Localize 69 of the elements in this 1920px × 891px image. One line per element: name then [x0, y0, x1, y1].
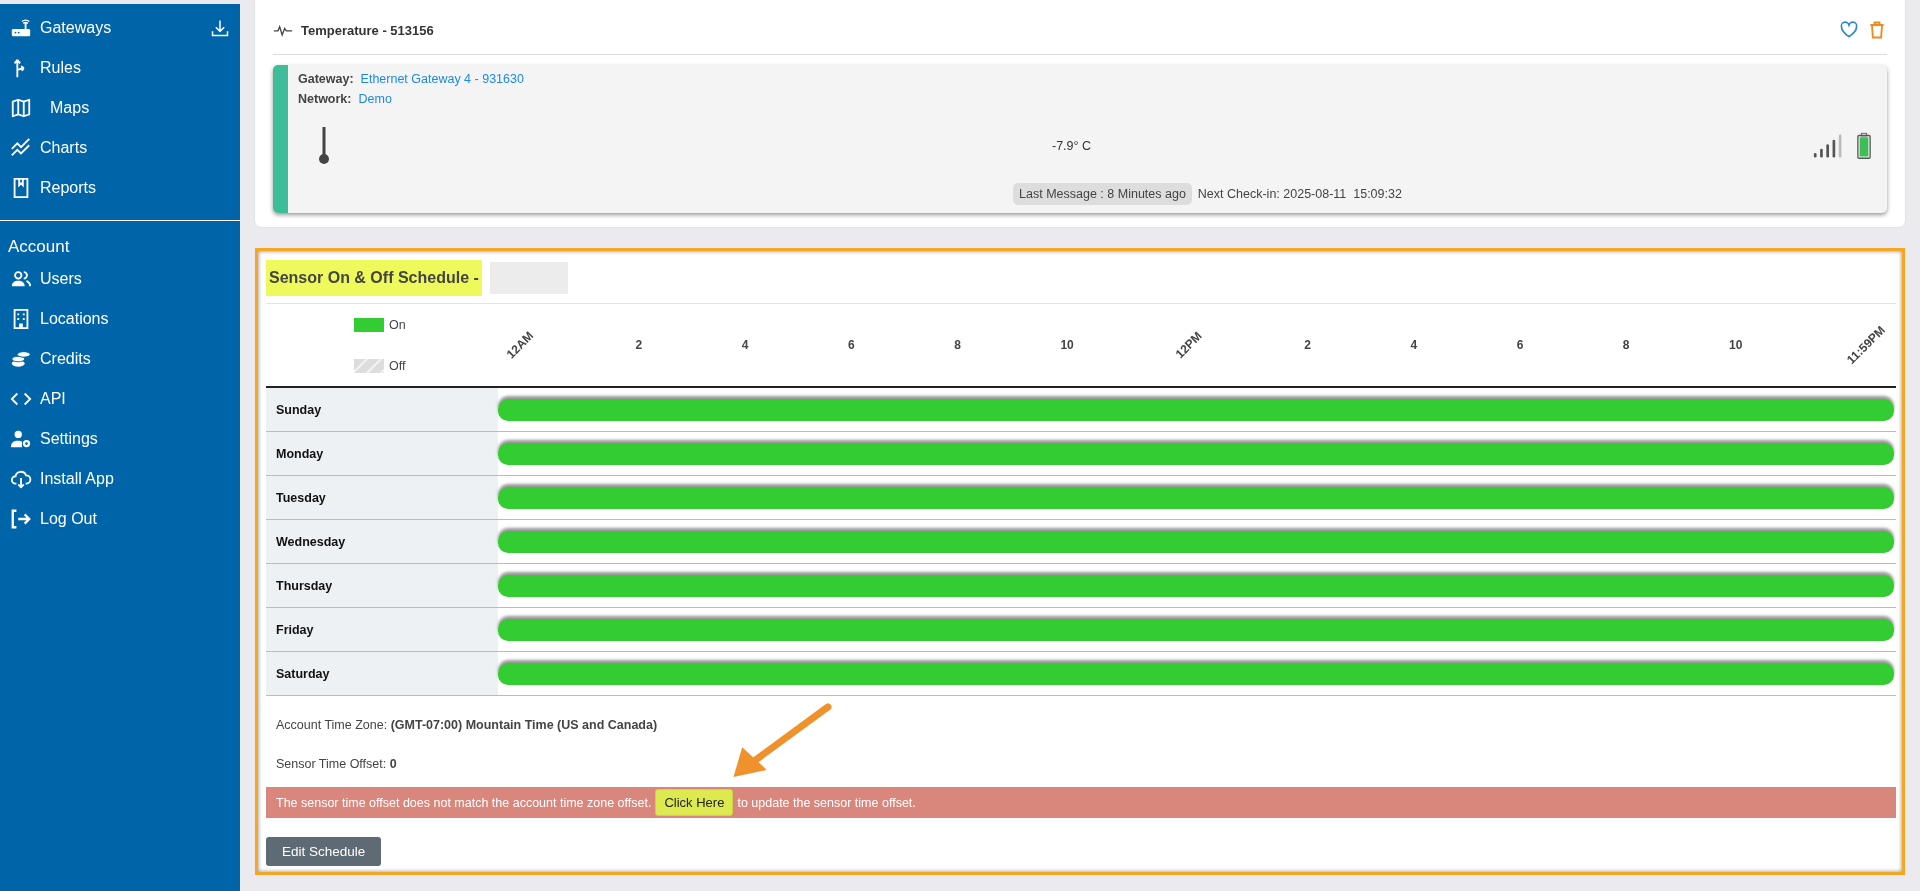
schedule-title: Sensor On & Off Schedule - — [266, 260, 482, 296]
cloud-download-icon — [10, 468, 32, 490]
alert-text: to update the sensor time offset. — [737, 795, 916, 810]
hour-label: 6 — [1516, 338, 1524, 352]
map-icon — [10, 97, 32, 119]
pulse-icon — [273, 23, 293, 37]
time-zone-text: Account Time Zone: (GMT-07:00) Mountain Time (US and Canada) — [275, 717, 659, 734]
battery-icon — [1857, 132, 1871, 160]
line-chart-icon — [10, 137, 32, 159]
hour-label: 10 — [1729, 338, 1743, 352]
temperature-reading: -7.9° C — [1050, 139, 1092, 153]
hour-label: 8 — [954, 338, 961, 352]
alert-text: The sensor time offset does not match the account time zone offset. — [276, 795, 652, 810]
sidebar-item[interactable]: Users — [0, 259, 240, 299]
field-label: Network: — [298, 92, 352, 106]
sidebar-item[interactable]: Gateways — [0, 8, 240, 48]
sidebar-item[interactable]: Settings — [0, 419, 240, 459]
sidebar-item[interactable]: Credits — [0, 339, 240, 379]
field-label: Gateway: — [298, 72, 354, 86]
sidebar-item[interactable]: Rules — [0, 48, 240, 88]
hour-label: 8 — [1622, 338, 1630, 352]
hour-label: 6 — [848, 338, 855, 352]
schedule-bar[interactable] — [498, 398, 1894, 421]
sidebar-item[interactable]: Maps — [0, 88, 240, 128]
sidebar-item[interactable]: Charts — [0, 128, 240, 168]
sidebar-item[interactable]: Locations — [0, 299, 240, 339]
thermometer-icon — [318, 125, 330, 167]
schedule-bar[interactable] — [498, 574, 1894, 597]
hour-label: 4 — [741, 338, 749, 352]
sidebar-item[interactable]: API — [0, 379, 240, 419]
legend-swatch — [354, 317, 384, 332]
next-checkin-text: Next Check-in: 2025-08-11 15:09:32 — [1197, 187, 1402, 201]
legend-label: Off — [389, 358, 406, 373]
section-heading: Account — [7, 236, 71, 258]
edit-schedule-button[interactable]: Edit Schedule — [266, 837, 382, 866]
last-message-badge: Last Message : 8 Minutes ago — [1013, 183, 1192, 205]
coins-icon — [10, 348, 32, 370]
day-label: Thursday — [266, 564, 498, 607]
sidebar-item[interactable]: Reports — [0, 168, 240, 208]
trash-icon[interactable] — [1867, 20, 1887, 40]
download-icon[interactable] — [210, 18, 230, 38]
day-label: Monday — [266, 432, 498, 475]
sensor-title: Temperature - 513156 — [301, 22, 434, 38]
hour-label: 2 — [635, 338, 643, 352]
router-icon — [10, 17, 32, 39]
day-label: Tuesday — [266, 476, 498, 519]
schedule-bar[interactable] — [498, 442, 1894, 465]
schedule-bar[interactable] — [498, 662, 1894, 685]
gateway-link[interactable]: Ethernet Gateway 4 - 931630 — [360, 72, 524, 86]
logout-icon — [10, 508, 32, 530]
hour-label: 4 — [1410, 338, 1418, 352]
heart-icon[interactable] — [1839, 20, 1859, 40]
day-label: Friday — [266, 608, 498, 651]
click-here-button[interactable]: Click Here — [655, 789, 734, 816]
hour-label: 10 — [1060, 338, 1074, 352]
sidebar-item[interactable]: Install App — [0, 459, 240, 499]
network-link[interactable]: Demo — [358, 92, 392, 106]
time-offset-text: Sensor Time Offset: 0 — [275, 756, 398, 773]
schedule-bar[interactable] — [498, 618, 1894, 641]
day-label: Saturday — [266, 652, 498, 695]
hour-label: 2 — [1304, 338, 1311, 352]
user-gear-icon — [10, 428, 32, 450]
schedule-bar[interactable] — [498, 486, 1894, 509]
day-label: Sunday — [266, 388, 498, 431]
legend-swatch — [354, 358, 384, 373]
schedule-bar[interactable] — [498, 530, 1894, 553]
sidebar-item[interactable]: Log Out — [0, 499, 240, 539]
day-label: Wednesday — [266, 520, 498, 563]
legend-label: On — [389, 317, 406, 332]
